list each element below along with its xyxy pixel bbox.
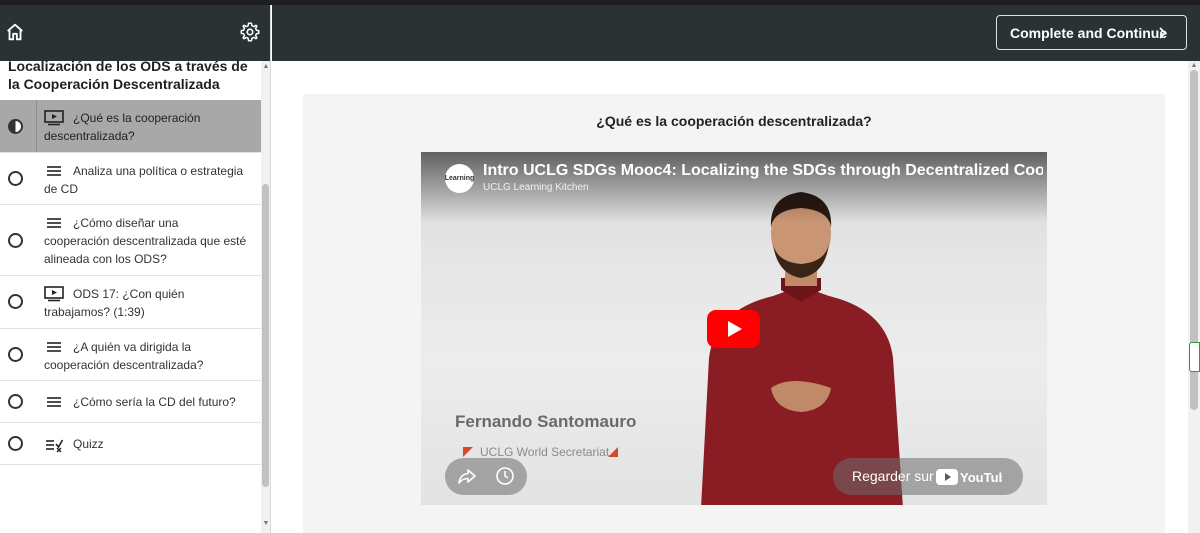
section-title: Localización de los ODS a través de la C…	[8, 58, 248, 92]
not-started-icon	[8, 171, 23, 186]
video-play-icon	[44, 286, 64, 302]
gear-icon[interactable]	[239, 21, 261, 43]
presenter-org: UCLG World Secretariat	[480, 445, 610, 459]
lesson-item-como-disenar[interactable]: ¿Cómo diseñar una cooperación descentral…	[0, 205, 261, 276]
clock-icon[interactable]	[495, 466, 515, 486]
scroll-down-arrow-icon[interactable]: ▼	[262, 520, 270, 527]
watch-on-label: Regarder sur	[852, 468, 934, 484]
browser-extension-widget[interactable]	[1189, 342, 1200, 372]
not-started-icon	[8, 294, 23, 309]
youtube-play-icon[interactable]	[707, 310, 760, 348]
text-lines-icon	[47, 342, 61, 352]
text-lines-icon	[47, 397, 61, 407]
text-lines-icon	[47, 218, 61, 228]
youtube-wordmark: YouTube	[960, 470, 1002, 485]
lesson-status	[0, 205, 37, 275]
complete-button-label: Complete and Continue	[1010, 24, 1168, 41]
youtube-logo-icon: YouTube	[936, 469, 1002, 485]
video-title[interactable]: Intro UCLG SDGs Mooc4: Localizing the SD…	[483, 162, 1043, 180]
lesson-label: ¿A quién va dirigida la cooperación desc…	[44, 340, 204, 372]
channel-logo[interactable]: Learning	[445, 164, 474, 193]
lesson-item-que-es-cooperacion[interactable]: ¿Qué es la cooperación descentralizada?	[0, 100, 261, 153]
lesson-item-cd-del-futuro[interactable]: ¿Cómo sería la CD del futuro?	[0, 381, 261, 423]
lesson-status	[0, 381, 37, 422]
lesson-label: Quizz	[73, 437, 104, 451]
video-play-icon	[44, 110, 64, 126]
lower-third-accent	[608, 447, 618, 457]
share-icon[interactable]	[457, 466, 477, 486]
lesson-status	[0, 423, 37, 464]
not-started-icon	[8, 233, 23, 248]
lesson-status	[0, 276, 37, 328]
scroll-up-arrow-icon[interactable]: ▲	[1190, 62, 1198, 69]
course-sidebar: Localización de los ODS a través de la C…	[0, 5, 271, 533]
lesson-status	[0, 329, 37, 380]
lesson-status	[0, 153, 37, 204]
sidebar-scrollbar-thumb[interactable]	[262, 184, 269, 487]
lesson-item-quizz[interactable]: Quizz	[0, 423, 261, 465]
lesson-label: ODS 17: ¿Con quién trabajamos? (1:39)	[44, 287, 185, 319]
quiz-icon	[46, 439, 64, 453]
video-channel-name: UCLG Learning Kitchen	[483, 182, 589, 193]
lesson-label: ¿Cómo sería la CD del futuro?	[73, 395, 236, 409]
home-icon[interactable]	[4, 21, 26, 43]
not-started-icon	[8, 347, 23, 362]
not-started-icon	[8, 436, 23, 451]
sidebar-header	[0, 5, 270, 61]
lesson-item-a-quien-dirigida[interactable]: ¿A quién va dirigida la cooperación desc…	[0, 329, 261, 381]
chevron-right-icon	[1159, 27, 1167, 39]
lesson-list: ¿Qué es la cooperación descentralizada? …	[0, 100, 261, 465]
presenter-name: Fernando Santomauro	[455, 412, 637, 431]
lesson-item-analiza-politica[interactable]: Analiza una política o estrategia de CD	[0, 153, 261, 205]
video-player[interactable]: Learning Intro UCLG SDGs Mooc4: Localizi…	[421, 152, 1047, 505]
not-started-icon	[8, 394, 23, 409]
lesson-label: Analiza una política o estrategia de CD	[44, 164, 244, 196]
lesson-title: ¿Qué es la cooperación descentralizada?	[596, 113, 872, 129]
lesson-item-ods-17[interactable]: ODS 17: ¿Con quién trabajamos? (1:39)	[0, 276, 261, 329]
lesson-label: ¿Qué es la cooperación descentralizada?	[44, 111, 201, 143]
in-progress-icon	[8, 119, 23, 134]
complete-and-continue-button[interactable]: Complete and Continue	[996, 15, 1187, 50]
lesson-label: ¿Cómo diseñar una cooperación descentral…	[44, 216, 247, 266]
lesson-status	[0, 100, 37, 152]
lower-third-accent	[463, 447, 473, 457]
scroll-up-arrow-icon[interactable]: ▲	[262, 63, 270, 70]
text-lines-icon	[47, 166, 61, 176]
